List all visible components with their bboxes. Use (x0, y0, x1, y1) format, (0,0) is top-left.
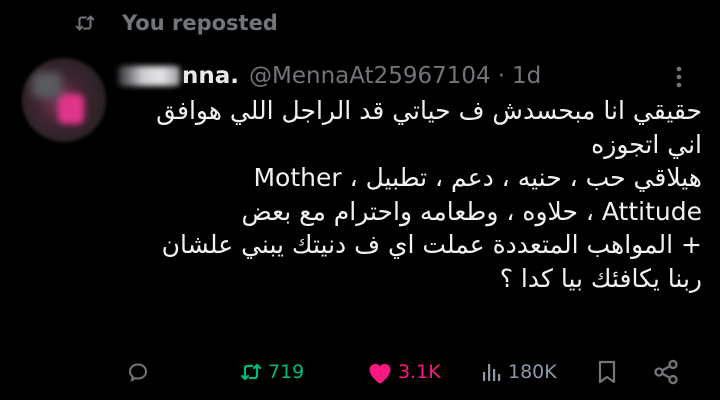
repost-button[interactable]: 719 (238, 352, 304, 392)
repost-banner: You reposted (74, 8, 278, 38)
heart-icon (369, 363, 391, 384)
bookmark-icon (598, 360, 616, 384)
share-button[interactable] (652, 352, 684, 392)
tweet-line: + المواهب المتعددة عملت اي ف دنيتك يبني … (161, 230, 702, 259)
tweet-line: هيلاقي حب ، حنيه ، دعم ، تطبيل ، Mother (253, 163, 702, 192)
repost-banner-text: You reposted (122, 11, 278, 35)
repost-count: 719 (268, 361, 305, 383)
avatar[interactable] (22, 58, 106, 142)
tweet-header: nna. @MennaAt25967104 · 1d (118, 60, 541, 92)
timestamp[interactable]: 1d (512, 63, 541, 89)
repost-icon (240, 363, 262, 381)
repost-icon (75, 15, 95, 31)
bookmark-button[interactable] (596, 352, 622, 392)
more-options-icon[interactable] (668, 64, 690, 90)
tweet-line: حقيقي انا مبحسدش ف حياتي قد الراجل اللي … (156, 96, 702, 125)
views-count: 180K (508, 361, 557, 383)
views-button[interactable]: 180K (478, 352, 557, 392)
author-handle[interactable]: @MennaAt25967104 (249, 63, 491, 89)
reply-icon (128, 363, 148, 383)
share-icon (654, 359, 678, 385)
tweet-actions: 719 3.1K 180K (0, 352, 720, 392)
views-icon (483, 364, 501, 381)
tweet-line: اني اتجوزه (591, 129, 702, 159)
separator-dot: · (497, 63, 505, 89)
author-name[interactable]: nna. (182, 63, 239, 89)
like-count: 3.1K (398, 361, 441, 383)
reply-button[interactable] (126, 352, 154, 392)
like-button[interactable]: 3.1K (366, 352, 441, 392)
tweet-line: Attitude ، حلاوه ، وطعامه واحترام مع بعض (241, 196, 702, 226)
blurred-name (118, 66, 180, 86)
tweet-line: ربنا يكافئك بيا كدا ؟ (499, 263, 702, 293)
tweet-text: حقيقي انا مبحسدش ف حياتي قد الراجل اللي … (150, 94, 702, 295)
